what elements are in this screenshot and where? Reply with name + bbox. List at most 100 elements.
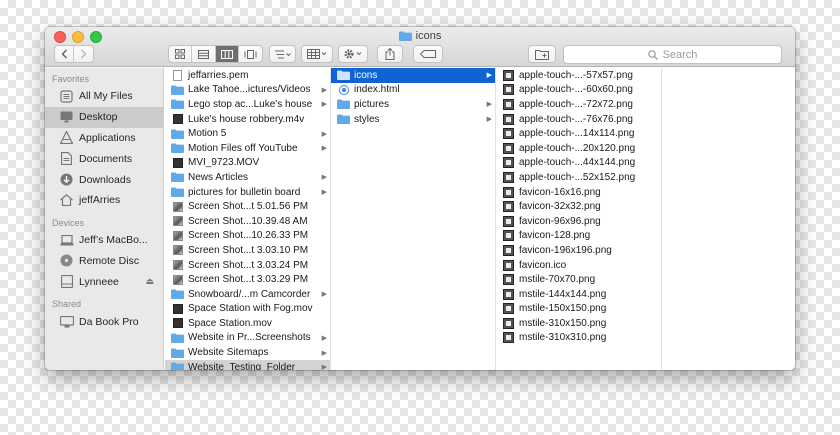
list-item[interactable]: Space Station with Fog.mov [165,302,330,317]
sidebar-item-jeff-s-macbo[interactable]: Jeff’s MacBo... [45,230,163,251]
list-item[interactable]: icons ▶ [331,68,495,83]
edit-tags-button[interactable] [413,45,443,63]
title-bar: icons Search [45,27,795,67]
list-item[interactable]: apple-touch-...44x144.png [496,156,661,171]
list-item-name: favicon-128.png [519,230,591,242]
computer-icon [59,314,74,329]
list-item[interactable]: Lake Tahoe...ictures/Videos ▶ [165,83,330,98]
list-item[interactable]: Space Station.mov [165,316,330,331]
list-item-name: apple-touch-...20x120.png [519,142,636,154]
sidebar-item-documents[interactable]: Documents [45,148,163,169]
png-file-icon [502,186,515,198]
group-button[interactable] [301,45,333,63]
disclosure-arrow-icon: ▶ [321,189,327,197]
list-item[interactable]: pictures ▶ [331,97,495,112]
window-title-text: icons [415,30,442,42]
sidebar-devices-list: Jeff’s MacBo... Remote Disc Lynneee ⏏ [45,230,163,292]
list-item[interactable]: Screen Shot...t 3.03.10 PM [165,243,330,258]
sidebar-item-all-my-files[interactable]: All My Files [45,86,163,107]
list-item[interactable]: Motion Files off YouTube ▶ [165,141,330,156]
sidebar-item-desktop[interactable]: Desktop [45,106,163,128]
image-thumbnail-icon [171,230,184,242]
list-item[interactable]: Screen Shot...t 5.01.56 PM [165,199,330,214]
list-item[interactable]: apple-touch-...52x152.png [496,170,661,185]
png-file-icon [502,230,515,242]
list-item[interactable]: Website_Testing_Folder ▶ [165,359,330,370]
list-item[interactable]: MVI_9723.MOV [165,156,330,171]
list-item-name: Space Station.mov [188,317,272,329]
new-folder-button[interactable] [528,45,556,63]
list-item-name: MVI_9723.MOV [188,157,260,169]
list-item[interactable]: Snowboard/...m Camcorder ▶ [165,287,330,302]
list-item[interactable]: mstile-310x310.png [496,331,661,346]
sidebar-item-da-book-pro[interactable]: Da Book Pro [45,311,163,332]
list-item[interactable]: favicon-32x32.png [496,199,661,214]
list-item-name: apple-touch-...52x152.png [519,171,636,183]
disclosure-arrow-icon: ▶ [321,291,327,299]
list-item[interactable]: index.html [331,83,495,98]
folder-icon [171,142,184,154]
list-item-name: favicon-96x96.png [519,215,601,227]
list-item-name: Screen Shot...t 3.03.10 PM [188,244,309,256]
list-item[interactable]: apple-touch-...-57x57.png [496,68,661,83]
list-item-name: mstile-310x310.png [519,332,607,344]
list-item[interactable]: Lego stop ac...Luke's house ▶ [165,97,330,112]
sidebar-item-downloads[interactable]: Downloads [45,169,163,190]
list-item[interactable]: apple-touch-...-60x60.png [496,83,661,98]
list-item[interactable]: mstile-144x144.png [496,287,661,302]
search-field[interactable]: Search [563,45,782,64]
list-item[interactable]: Luke's house robbery.m4v [165,112,330,127]
action-button[interactable] [338,45,368,63]
share-button[interactable] [377,45,403,63]
sidebar-item-lynneee[interactable]: Lynneee ⏏ [45,271,163,292]
list-item-name: Lego stop ac...Luke's house [188,98,313,110]
list-item[interactable]: Screen Shot...t 3.03.24 PM [165,258,330,273]
list-item-name: favicon-16x16.png [519,186,601,198]
list-item[interactable]: Screen Shot...10.26.33 PM [165,229,330,244]
cover-flow-button[interactable] [239,46,262,62]
folder-icon [171,332,184,344]
list-item[interactable]: apple-touch-...20x120.png [496,141,661,156]
list-item[interactable]: pictures for bulletin board ▶ [165,185,330,200]
list-item[interactable]: favicon-16x16.png [496,185,661,200]
sidebar-item-applications[interactable]: Applications [45,128,163,149]
png-file-icon [502,98,515,110]
list-item[interactable]: favicon-196x196.png [496,243,661,258]
list-item[interactable]: Screen Shot...t 3.03.29 PM [165,272,330,287]
search-icon [647,49,658,60]
list-item[interactable]: styles ▶ [331,112,495,127]
list-item[interactable]: apple-touch-...-72x72.png [496,97,661,112]
forward-button[interactable] [74,46,93,62]
list-item[interactable]: Screen Shot...10.39.48 AM [165,214,330,229]
view-mode-control [168,45,263,63]
list-item[interactable]: News Articles ▶ [165,170,330,185]
eject-icon[interactable]: ⏏ [145,276,154,287]
list-view-button[interactable] [192,46,216,62]
list-item[interactable]: mstile-150x150.png [496,302,661,317]
image-thumbnail-icon [171,274,184,286]
sidebar-favorites-list: All My Files Desktop Applications Documents… [45,86,163,211]
arrange-button[interactable] [269,45,296,63]
list-item[interactable]: mstile-70x70.png [496,272,661,287]
image-thumbnail-icon [171,201,184,213]
list-item[interactable]: Website Sitemaps ▶ [165,345,330,360]
sidebar-item-remote-disc[interactable]: Remote Disc [45,251,163,272]
list-item[interactable]: favicon.ico [496,258,661,273]
sidebar-item-jeffarries[interactable]: jeffArries [45,190,163,211]
column-view-button[interactable] [215,46,239,62]
list-item[interactable]: favicon-96x96.png [496,214,661,229]
list-item[interactable]: jeffarries.pem [165,68,330,83]
list-item[interactable]: apple-touch-...-76x76.png [496,112,661,127]
list-item-name: News Articles [188,171,249,183]
list-item[interactable]: apple-touch-...14x114.png [496,126,661,141]
icon-view-button[interactable] [169,46,193,62]
back-button[interactable] [55,46,74,62]
list-item[interactable]: favicon-128.png [496,229,661,244]
list-item-name: pictures [354,98,390,110]
column-empty [662,68,795,370]
list-item[interactable]: Motion 5 ▶ [165,126,330,141]
list-item[interactable]: mstile-310x150.png [496,316,661,331]
column-website-testing-folder: icons ▶ index.html pictures ▶ styles ▶ [331,68,496,370]
list-item[interactable]: Website in Pr...Screenshots ▶ [165,331,330,346]
arrange-lines-icon [274,50,291,58]
